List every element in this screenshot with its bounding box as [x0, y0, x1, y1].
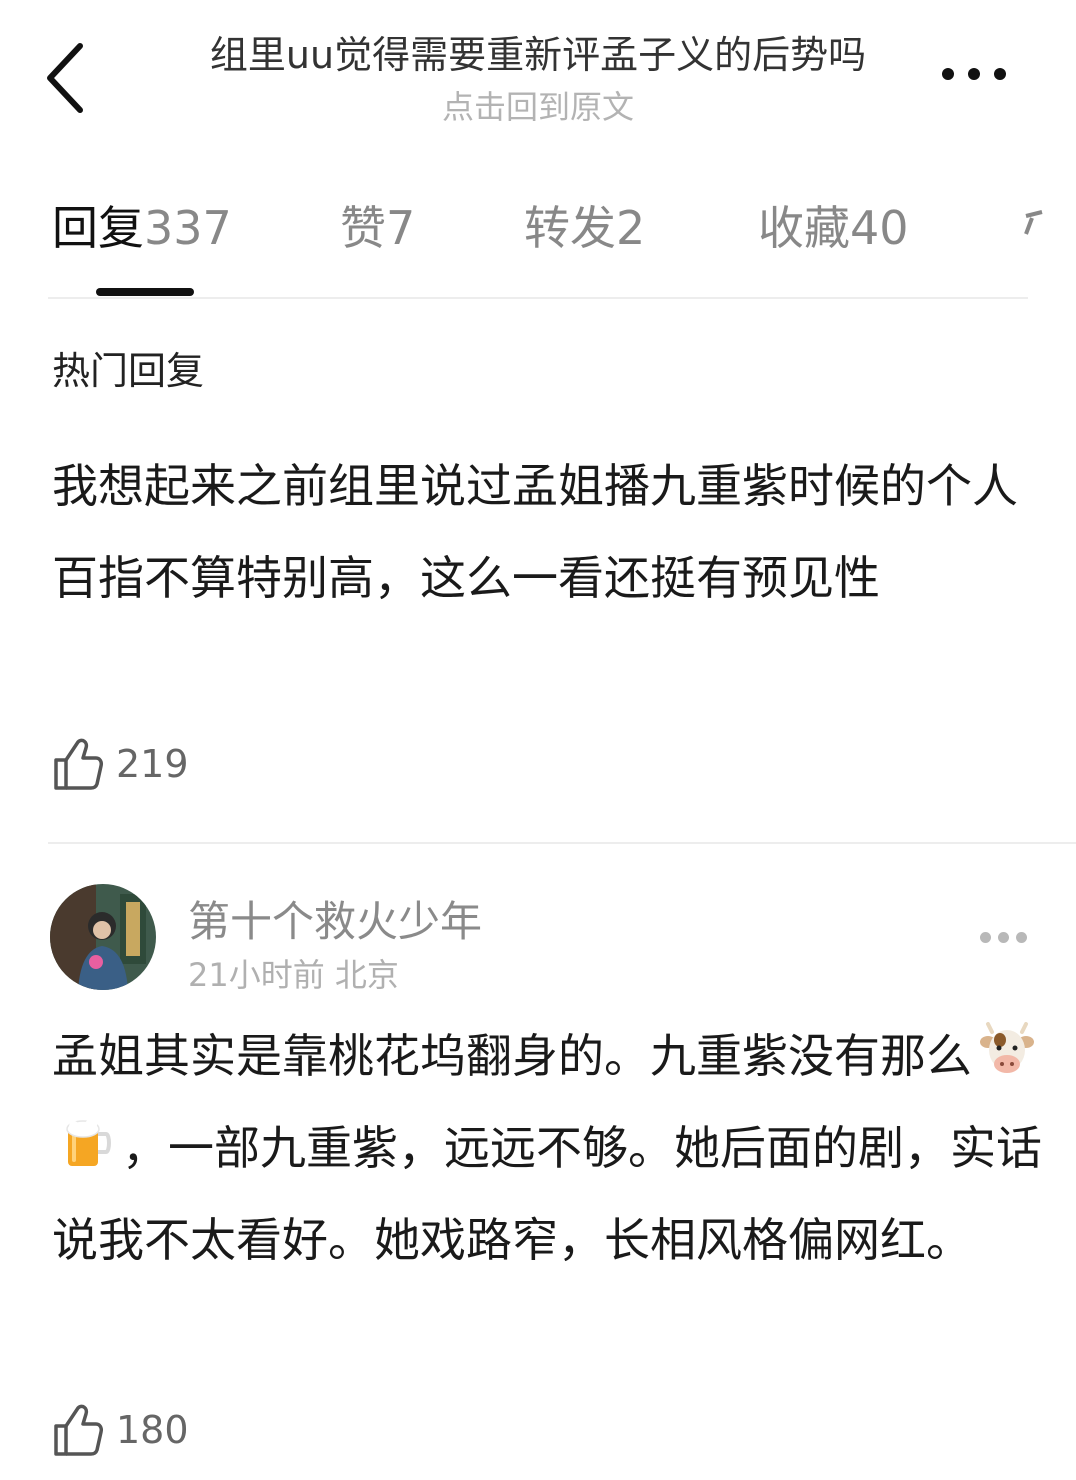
cow-emoji: [980, 1022, 1034, 1073]
like-count: 180: [116, 1408, 189, 1452]
tab-count: 40: [850, 201, 909, 255]
back-button[interactable]: [36, 38, 96, 118]
post-title: 组里uu觉得需要重新评孟子义的后势吗: [209, 33, 867, 77]
tab-label: 收藏: [758, 201, 850, 255]
more-options-button[interactable]: [936, 54, 1016, 94]
like-count: 219: [116, 742, 189, 786]
more-dot: [1016, 932, 1027, 943]
tab-label: 赞: [340, 201, 386, 255]
chevron-left-icon: [47, 43, 83, 113]
hot-reply-text: 我想起来之前组里说过孟姐播九重紫时候的个人百指不算特别高，这么一看还挺有预见性: [52, 459, 1018, 605]
tab-count: 2: [616, 201, 646, 255]
tab-replies[interactable]: 回复337: [52, 192, 232, 258]
beer-mug-emoji: [66, 1119, 111, 1166]
tab-likes[interactable]: 赞7: [340, 192, 415, 258]
tab-overflow-glyph: [1024, 210, 1043, 235]
thumbs-up-icon: [54, 1404, 103, 1456]
avatar-image: [50, 884, 156, 990]
more-dot: [994, 68, 1006, 80]
top-bar: 组里uu觉得需要重新评孟子义的后势吗 点击回到原文: [0, 0, 1076, 150]
more-dot: [968, 68, 980, 80]
tabs-divider: [48, 297, 1028, 299]
more-horizontal-icon: [942, 68, 954, 80]
thumbs-up-icon: [54, 738, 103, 790]
comment-text-part1: 孟姐其实是靠桃花坞翻身的。九重紫没有那么: [52, 1029, 972, 1083]
comment-more-button[interactable]: [976, 926, 1032, 950]
comment-username[interactable]: 第十个救火少年: [188, 888, 482, 949]
back-to-original-link[interactable]: 点击回到原文: [130, 82, 946, 128]
comment-time: 21小时前: [188, 956, 325, 994]
active-tab-indicator: [96, 288, 194, 296]
comment-meta: 21小时前 北京: [188, 950, 399, 996]
tab-bar: 回复337 赞7 转发2 收藏40: [0, 170, 1076, 300]
tab-label: 转发: [524, 201, 616, 255]
comment-text: 孟姐其实是靠桃花坞翻身的。九重紫没有那么 ，一部九重紫，远远不够。她后面的剧，实…: [52, 1010, 1042, 1286]
section-title: 热门回复: [52, 349, 205, 393]
avatar[interactable]: [50, 884, 156, 990]
tab-label: 回复: [52, 201, 144, 255]
more-horizontal-icon: [980, 932, 991, 943]
tab-reposts[interactable]: 转发2: [524, 192, 645, 258]
reply-divider: [48, 842, 1076, 844]
more-dot: [998, 932, 1009, 943]
tab-count: 337: [144, 201, 232, 255]
comment-text-part2: ，一部九重紫，远远不够。她后面的剧，实话说我不太看好。她戏路窄，长相风格偏网红。: [52, 1121, 1042, 1267]
tab-favorites[interactable]: 收藏40: [758, 192, 909, 258]
tab-count: 7: [386, 201, 416, 255]
comment-location: 北京: [334, 956, 399, 994]
tab-overflow-fragment[interactable]: [1016, 198, 1046, 258]
